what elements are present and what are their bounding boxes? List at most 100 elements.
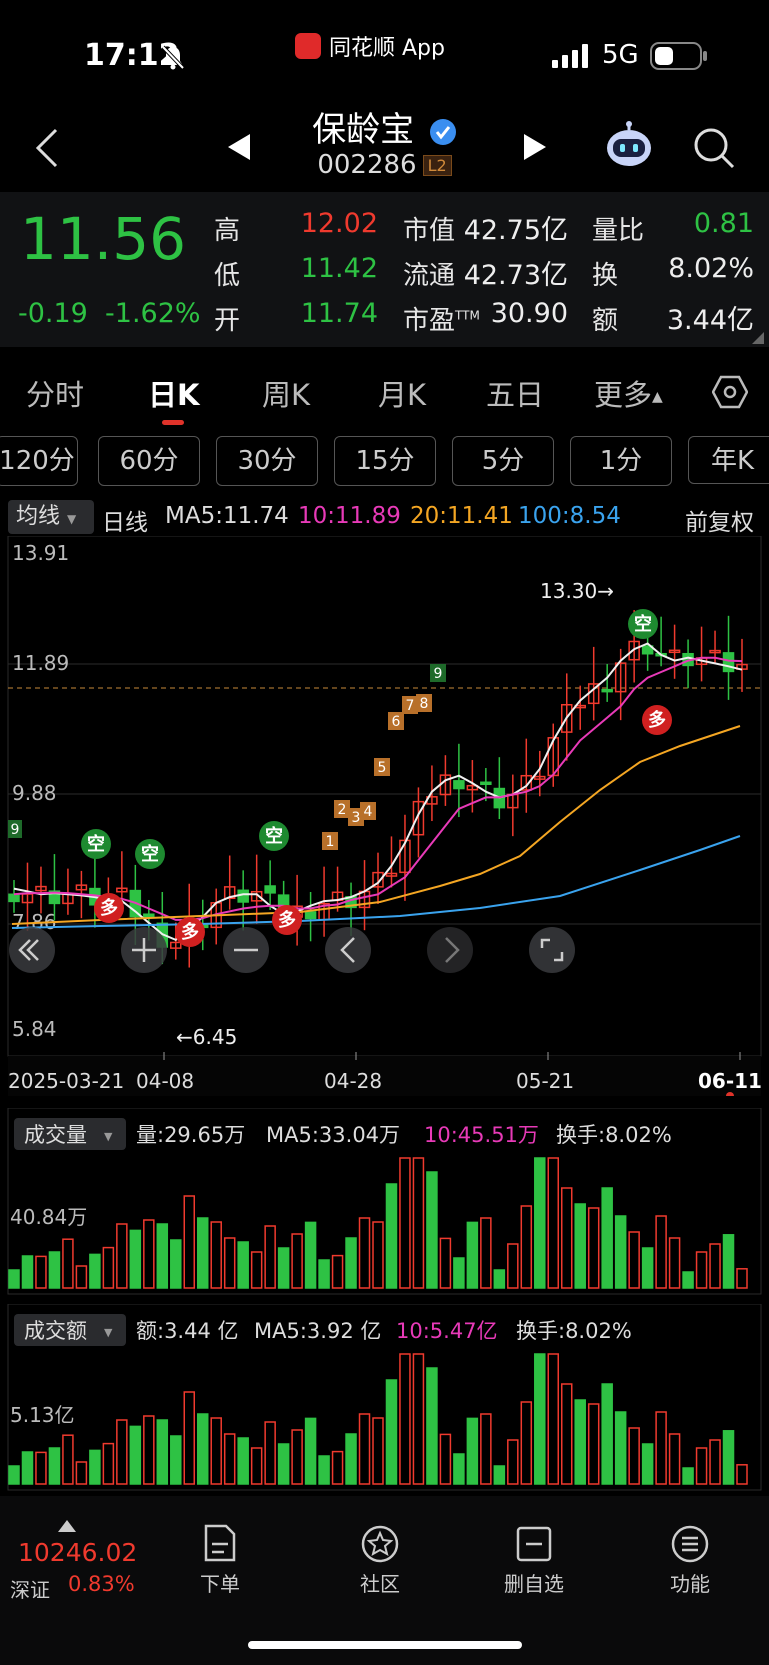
- settings-hex-icon[interactable]: [712, 374, 748, 410]
- volume-bar: [8, 1269, 20, 1289]
- candle-body: [237, 889, 249, 903]
- interval-year-k[interactable]: 年K: [688, 436, 769, 484]
- volume-ma10: 10:45.51万: [424, 1123, 539, 1147]
- tab-more[interactable]: 更多▲: [594, 372, 663, 414]
- volume-value: 量:29.65万: [136, 1123, 245, 1147]
- volume-bar: [722, 1430, 735, 1485]
- kline-chart[interactable]: 13.91 11.89 9.88 7.86 5.84 13.30→ ←6.45 …: [0, 536, 769, 1096]
- step-right-button[interactable]: [427, 927, 473, 973]
- candle-body: [601, 688, 613, 693]
- tab-intraday[interactable]: 分时: [26, 372, 84, 414]
- y-label-bottom: 5.84: [12, 1017, 57, 1041]
- interval-1m[interactable]: 1分: [570, 436, 672, 486]
- ma100-value: 100:8.54: [518, 503, 621, 529]
- volume-bar: [318, 1455, 330, 1485]
- change-value: -0.19: [18, 298, 88, 329]
- y-label-3: 9.88: [12, 781, 57, 805]
- interval-60m[interactable]: 60分: [98, 436, 200, 486]
- remove-watchlist-icon[interactable]: [516, 1526, 552, 1562]
- tab-weekly-k[interactable]: 周K: [262, 372, 310, 414]
- volume-bar: [426, 1367, 438, 1485]
- y-label-top: 13.91: [12, 541, 69, 565]
- volume-bar: [534, 1353, 546, 1485]
- robot-assistant-icon[interactable]: [604, 120, 654, 170]
- volume-bar: [493, 1465, 506, 1485]
- index-value[interactable]: 10246.02: [18, 1538, 137, 1567]
- community-icon[interactable]: [360, 1524, 400, 1564]
- expand-corner-icon[interactable]: [752, 332, 764, 344]
- candle-body: [264, 885, 276, 894]
- sell-signal-text: 空: [265, 825, 283, 847]
- volume-bar: [237, 1437, 249, 1485]
- date-end: 06-11: [698, 1069, 762, 1093]
- amount-chart[interactable]: 成交额 ▼ 额:3.44 亿 MA5:3.92 亿 10:5.47亿 换手:8.…: [0, 1304, 769, 1492]
- ma10-value: 10:11.89: [298, 503, 401, 529]
- volume-chart[interactable]: 成交量 ▼ 量:29.65万 MA5:33.04万 10:45.51万 换手:8…: [0, 1108, 769, 1296]
- scroll-left-button[interactable]: [9, 927, 55, 973]
- candle-body: [453, 780, 465, 790]
- tab-monthly-k[interactable]: 月K: [378, 372, 426, 414]
- volume-bar: [89, 1449, 101, 1485]
- buy-signal-text: 多: [278, 909, 296, 931]
- float-value: 42.73亿: [463, 260, 568, 291]
- step-left-button[interactable]: [325, 927, 371, 973]
- volume-bar: [466, 1221, 479, 1289]
- interval-15m[interactable]: 15分: [334, 436, 436, 486]
- volume-bar: [641, 1247, 654, 1289]
- volume-bar: [170, 1435, 182, 1485]
- change-percent: -1.62%: [105, 298, 201, 329]
- volume-bar: [466, 1417, 479, 1485]
- fullscreen-button[interactable]: [529, 927, 575, 973]
- amount-selector-label: 成交额: [24, 1319, 87, 1343]
- turnover-value: 8.02%: [668, 253, 754, 284]
- volume-bar: [48, 1251, 61, 1289]
- min-price-marker: ←6.45: [176, 1025, 237, 1049]
- order-icon[interactable]: [202, 1524, 238, 1562]
- caret-up-icon: [58, 1520, 76, 1532]
- volratio-value: 0.81: [693, 208, 754, 239]
- bottom-functions-label[interactable]: 功能: [650, 1568, 730, 1597]
- date-4: 05-21: [516, 1069, 574, 1093]
- td-count: 8: [420, 696, 429, 712]
- indicator-selector[interactable]: 均线 ▼: [8, 500, 94, 534]
- indicator-label: 均线: [16, 504, 61, 529]
- chevron-down-icon: ▼: [104, 1326, 113, 1339]
- buy-signal-text: 多: [181, 921, 199, 943]
- amount-value: 额:3.44 亿: [136, 1319, 239, 1343]
- volume-bar: [8, 1465, 20, 1485]
- buy-signal-text: 多: [100, 897, 118, 919]
- volume-bar: [641, 1443, 654, 1485]
- date-3: 04-28: [324, 1069, 382, 1093]
- app-indicator: 同花顺 App: [295, 30, 445, 62]
- volume-bar: [385, 1183, 398, 1289]
- caret-up-icon: ▲: [652, 389, 663, 405]
- volume-bar: [21, 1255, 34, 1289]
- bottom-order-label[interactable]: 下单: [180, 1568, 260, 1597]
- volume-bar: [574, 1399, 586, 1485]
- open-value: 11.74: [300, 298, 378, 329]
- interval-30m[interactable]: 30分: [216, 436, 318, 486]
- td-count: 2: [338, 802, 347, 818]
- adjust-mode[interactable]: 前复权: [685, 503, 754, 537]
- volume-bar: [722, 1234, 735, 1289]
- tab-five-day[interactable]: 五日: [486, 372, 544, 414]
- index-name: 深证: [10, 1578, 50, 1602]
- volume-bar: [170, 1239, 182, 1289]
- volume-bar: [682, 1271, 694, 1289]
- mktcap-value: 42.75亿: [463, 215, 568, 246]
- buy-signal-text: 多: [648, 709, 666, 731]
- interval-120m[interactable]: 120分: [0, 436, 78, 486]
- bottom-remove-watchlist-label[interactable]: 删自选: [494, 1568, 574, 1597]
- functions-icon[interactable]: [670, 1524, 710, 1564]
- volume-bar: [682, 1467, 694, 1485]
- volume-bar: [196, 1413, 209, 1485]
- interval-5m[interactable]: 5分: [452, 436, 554, 486]
- ma20-value: 20:11.41: [410, 503, 513, 529]
- volume-bar: [614, 1411, 627, 1485]
- next-stock-icon[interactable]: [522, 132, 548, 162]
- bottom-community-label[interactable]: 社区: [340, 1568, 420, 1597]
- tab-daily-k[interactable]: 日K: [148, 372, 199, 414]
- volume-bar: [89, 1253, 101, 1289]
- search-icon[interactable]: [692, 126, 736, 170]
- sell-signal-text: 空: [141, 843, 159, 865]
